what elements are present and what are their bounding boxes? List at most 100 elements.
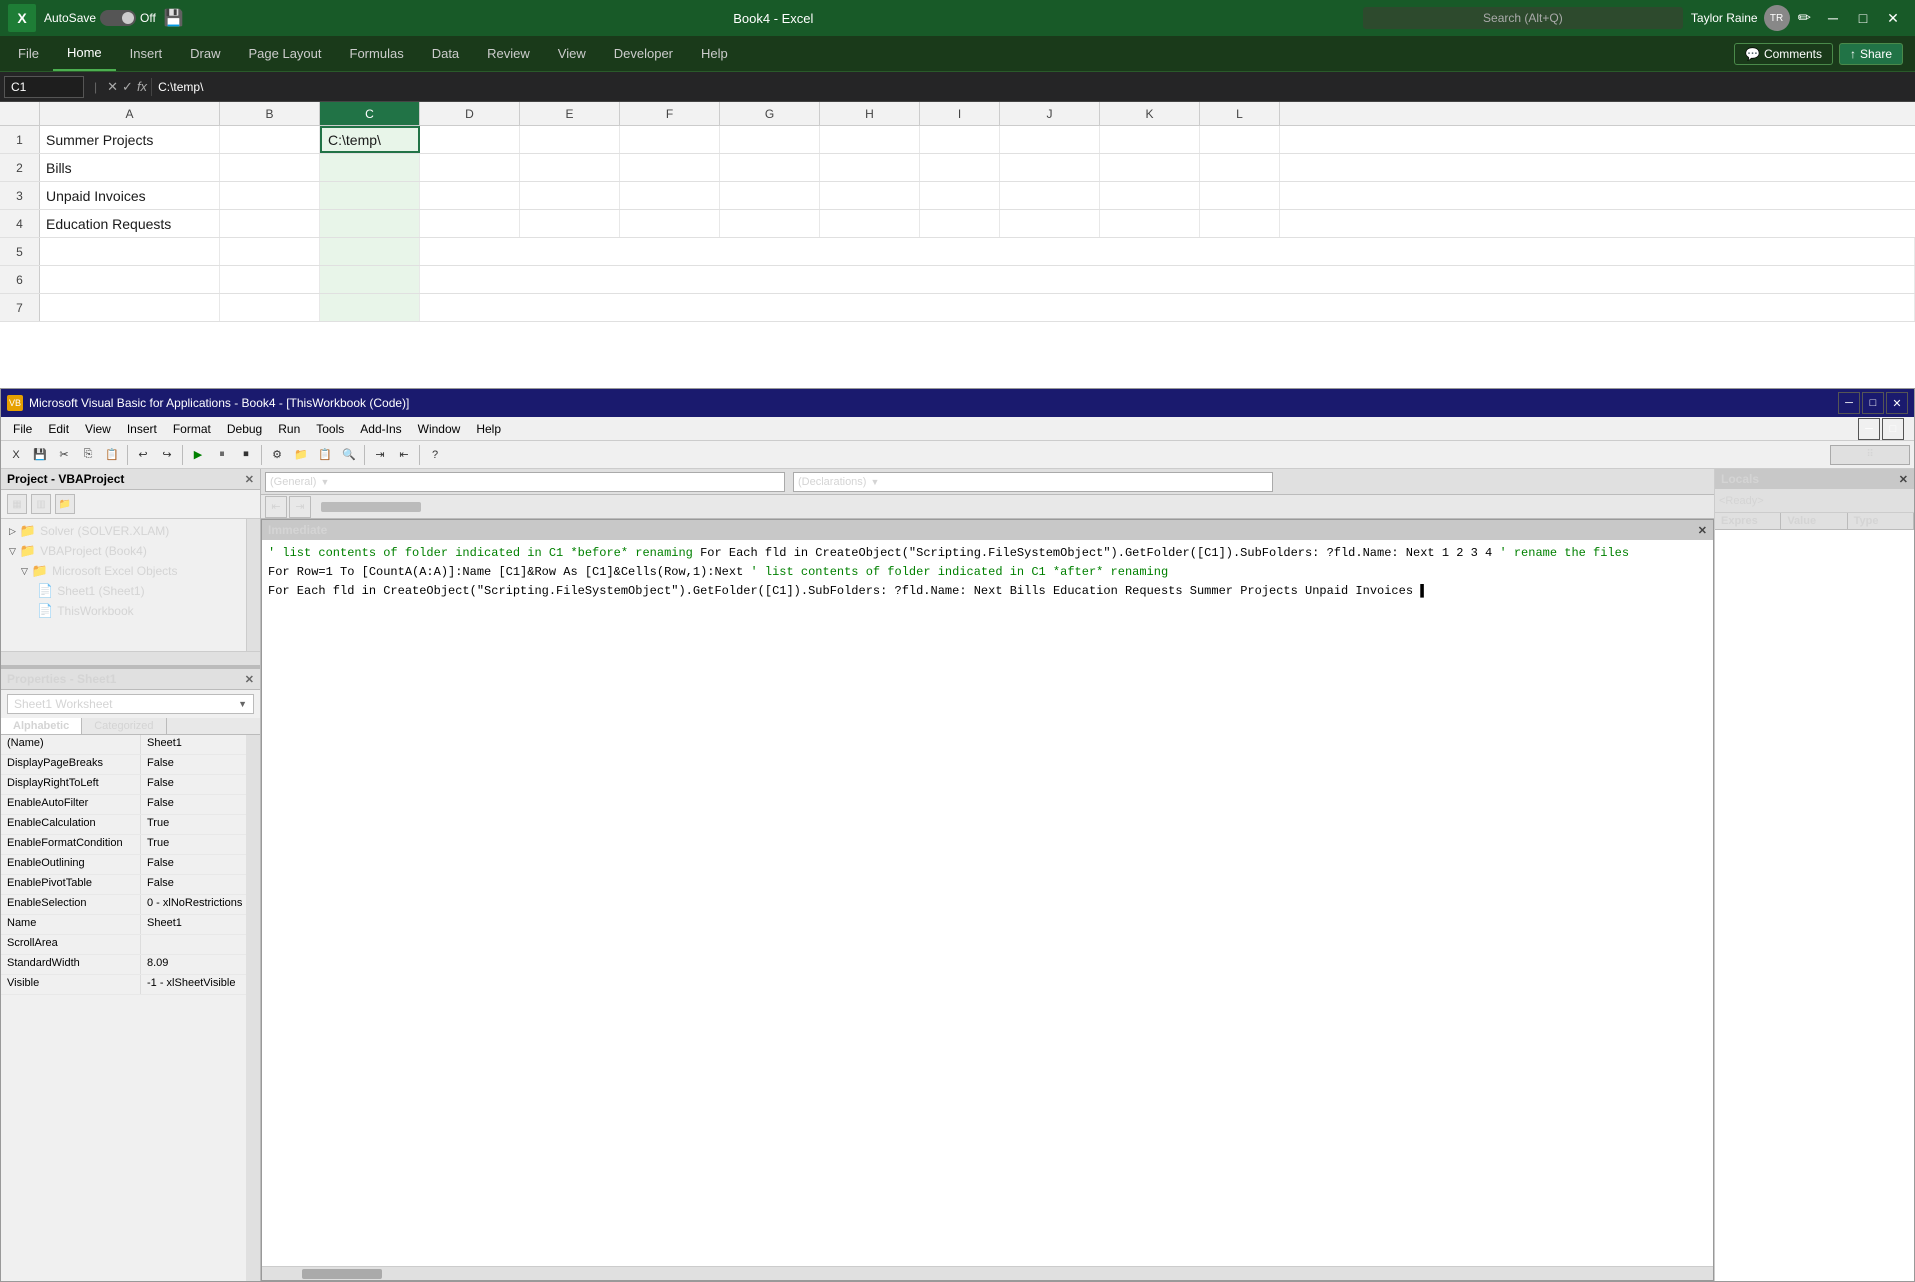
cell-k1[interactable] xyxy=(1100,126,1200,153)
props-value[interactable]: 8.09 xyxy=(141,955,246,974)
fx-icon[interactable]: fx xyxy=(137,79,147,95)
vba-menu-addins[interactable]: Add-Ins xyxy=(352,417,409,440)
vba-tool-excel[interactable]: X xyxy=(5,444,27,466)
cell-b3[interactable] xyxy=(220,182,320,209)
comments-button[interactable]: 💬 Comments xyxy=(1734,43,1833,65)
props-value[interactable]: Sheet1 xyxy=(141,915,246,934)
vba-tool-redo[interactable]: ↪ xyxy=(156,444,178,466)
vba-menu-help[interactable]: Help xyxy=(468,417,509,440)
cell-i3[interactable] xyxy=(920,182,1000,209)
vba-menu-window[interactable]: Window xyxy=(410,417,469,440)
cell-a4[interactable]: Education Requests xyxy=(40,210,220,237)
cell-k3[interactable] xyxy=(1100,182,1200,209)
immediate-close-btn[interactable]: ✕ xyxy=(1698,524,1707,537)
general-combo[interactable]: (General) ▼ xyxy=(265,472,785,492)
cell-j3[interactable] xyxy=(1000,182,1100,209)
props-value[interactable]: True xyxy=(141,815,246,834)
cell-c1[interactable]: C:\temp\ xyxy=(320,126,420,153)
vba-menu-format[interactable]: Format xyxy=(165,417,219,440)
col-header-i[interactable]: I xyxy=(920,102,1000,125)
cell-i4[interactable] xyxy=(920,210,1000,237)
cell-f2[interactable] xyxy=(620,154,720,181)
props-tab-alphabetic[interactable]: Alphabetic xyxy=(1,718,82,734)
vba-tool-indent[interactable]: ⇥ xyxy=(369,444,391,466)
tab-page-layout[interactable]: Page Layout xyxy=(235,36,336,71)
vba-tool-break[interactable]: ⏸ xyxy=(211,444,233,466)
tab-review[interactable]: Review xyxy=(473,36,544,71)
cell-c4[interactable] xyxy=(320,210,420,237)
cell-f1[interactable] xyxy=(620,126,720,153)
tab-developer[interactable]: Developer xyxy=(600,36,687,71)
tab-draw[interactable]: Draw xyxy=(176,36,234,71)
cell-d1[interactable] xyxy=(420,126,520,153)
cell-a2[interactable]: Bills xyxy=(40,154,220,181)
cell-l1[interactable] xyxy=(1200,126,1280,153)
cell-l2[interactable] xyxy=(1200,154,1280,181)
vba-toolbar-handle[interactable]: ⠿ xyxy=(1830,445,1910,465)
share-button[interactable]: ↑ Share xyxy=(1839,43,1903,65)
cell-i2[interactable] xyxy=(920,154,1000,181)
cell-a7[interactable] xyxy=(40,294,220,321)
vba-tool-project[interactable]: 📁 xyxy=(290,444,312,466)
cell-j4[interactable] xyxy=(1000,210,1100,237)
save-icon[interactable]: 💾 xyxy=(164,8,184,28)
name-box[interactable] xyxy=(4,76,84,98)
props-value[interactable]: Sheet1 xyxy=(141,735,246,754)
cell-a3[interactable]: Unpaid Invoices xyxy=(40,182,220,209)
cell-h2[interactable] xyxy=(820,154,920,181)
vba-menu-edit[interactable]: Edit xyxy=(40,417,77,440)
vba-tool-help[interactable]: ? xyxy=(424,444,446,466)
vba-tool-undo[interactable]: ↩ xyxy=(132,444,154,466)
cell-a6[interactable] xyxy=(40,266,220,293)
vba-tool-props[interactable]: 📋 xyxy=(314,444,336,466)
vba-tool-design[interactable]: ⚙ xyxy=(266,444,288,466)
excel-close-btn[interactable]: ✕ xyxy=(1879,4,1907,32)
vba-close-btn[interactable]: ✕ xyxy=(1886,392,1908,414)
props-scrollbar-v[interactable] xyxy=(246,735,260,1281)
cell-e3[interactable] xyxy=(520,182,620,209)
cell-c3[interactable] xyxy=(320,182,420,209)
col-header-c[interactable]: C xyxy=(320,102,420,125)
cell-b1[interactable] xyxy=(220,126,320,153)
proj-icon-2[interactable]: ▥ xyxy=(31,494,51,514)
cell-h1[interactable] xyxy=(820,126,920,153)
col-header-g[interactable]: G xyxy=(720,102,820,125)
cell-f4[interactable] xyxy=(620,210,720,237)
immediate-hscroll[interactable] xyxy=(262,1266,1713,1280)
tab-insert[interactable]: Insert xyxy=(116,36,177,71)
indent-btn[interactable]: ⇤ xyxy=(265,496,287,518)
vba-tool-outdent[interactable]: ⇤ xyxy=(393,444,415,466)
project-scrollbar-h[interactable] xyxy=(1,651,260,665)
cell-g1[interactable] xyxy=(720,126,820,153)
formula-content[interactable]: C:\temp\ xyxy=(151,78,1915,96)
cell-b6[interactable] xyxy=(220,266,320,293)
vba-menu-tools[interactable]: Tools xyxy=(308,417,352,440)
cell-d4[interactable] xyxy=(420,210,520,237)
props-tab-categorized[interactable]: Categorized xyxy=(82,718,166,734)
col-header-k[interactable]: K xyxy=(1100,102,1200,125)
col-header-d[interactable]: D xyxy=(420,102,520,125)
vba-menu-view[interactable]: View xyxy=(77,417,119,440)
excel-restore-btn[interactable]: □ xyxy=(1849,4,1877,32)
col-header-e[interactable]: E xyxy=(520,102,620,125)
cell-l3[interactable] xyxy=(1200,182,1280,209)
cancel-icon[interactable]: ✕ xyxy=(107,79,118,95)
cell-g3[interactable] xyxy=(720,182,820,209)
cell-l4[interactable] xyxy=(1200,210,1280,237)
cell-c5[interactable] xyxy=(320,238,420,265)
cell-c2[interactable] xyxy=(320,154,420,181)
cell-c6[interactable] xyxy=(320,266,420,293)
cell-b2[interactable] xyxy=(220,154,320,181)
cell-rest-7[interactable] xyxy=(420,294,1915,321)
cell-e4[interactable] xyxy=(520,210,620,237)
tree-item-thisworkbook[interactable]: 📄 ThisWorkbook xyxy=(1,601,246,621)
confirm-icon[interactable]: ✓ xyxy=(122,79,133,95)
cell-k2[interactable] xyxy=(1100,154,1200,181)
outdent-btn[interactable]: ⇥ xyxy=(289,496,311,518)
cell-j2[interactable] xyxy=(1000,154,1100,181)
vba-tool-cut[interactable]: ✂ xyxy=(53,444,75,466)
project-panel-close[interactable]: ✕ xyxy=(245,473,254,486)
cell-e2[interactable] xyxy=(520,154,620,181)
col-header-a[interactable]: A xyxy=(40,102,220,125)
props-value[interactable]: False xyxy=(141,875,246,894)
